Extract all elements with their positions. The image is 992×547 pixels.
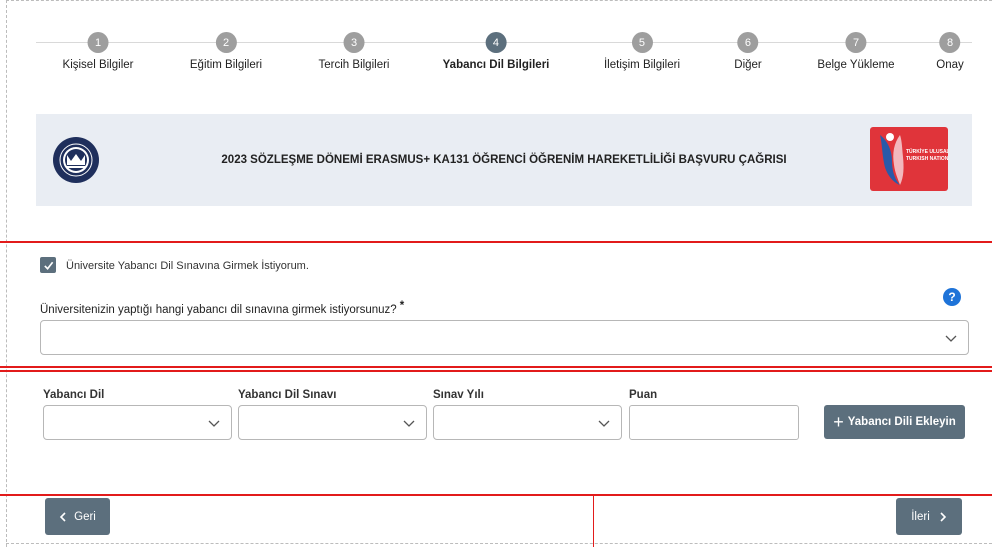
step-number: 4	[485, 32, 507, 53]
step-number: 3	[343, 32, 365, 53]
page-frame	[6, 0, 992, 547]
step-label: Onay	[936, 59, 964, 71]
step-label: Eğitim Bilgileri	[189, 59, 263, 71]
step-label: Kişisel Bilgiler	[62, 59, 134, 71]
help-icon[interactable]: ?	[943, 288, 961, 306]
score-input[interactable]	[629, 405, 799, 440]
language-exam-select[interactable]	[238, 405, 427, 440]
chevron-right-icon	[940, 511, 946, 522]
university-exam-select[interactable]	[40, 320, 969, 355]
step-label: Tercih Bilgileri	[318, 59, 390, 71]
section-separator-2	[0, 366, 992, 368]
step-label: İletişim Bilgileri	[603, 59, 681, 71]
step-7[interactable]: 7 Belge Yükleme	[817, 32, 895, 71]
step-number: 5	[631, 32, 653, 53]
year-label: Sınav Yılı	[433, 389, 484, 401]
vertical-separator	[593, 495, 594, 547]
step-2[interactable]: 2 Eğitim Bilgileri	[190, 32, 262, 71]
wizard-stepper: 1 Kişisel Bilgiler 2 Eğitim Bilgileri 3 …	[36, 32, 972, 82]
step-6[interactable]: 6 Diğer	[734, 32, 762, 71]
section-separator-1	[0, 241, 992, 243]
add-language-label: Yabancı Dili Ekleyin	[847, 416, 956, 428]
step-number: 1	[87, 32, 109, 53]
exam-checkbox-label: Üniversite Yabancı Dil Sınavına Girmek İ…	[66, 260, 309, 272]
chevron-down-icon	[208, 420, 220, 427]
section-separator-3	[0, 370, 992, 372]
chevron-left-icon	[59, 511, 66, 522]
step-1[interactable]: 1 Kişisel Bilgiler	[62, 32, 134, 71]
step-number: 8	[939, 32, 961, 53]
page-frame-bottom	[6, 543, 992, 544]
checkmark-icon	[43, 261, 53, 270]
step-8[interactable]: 8 Onay	[936, 32, 964, 71]
exam-question-label: Üniversitenizin yaptığı hangi yabancı di…	[40, 300, 404, 316]
help-symbol: ?	[948, 290, 956, 304]
step-label: Diğer	[734, 59, 762, 71]
agency-name: TÜRKİYE ULUSAL AJANSI TURKISH NATIONAL A…	[906, 149, 948, 162]
step-number: 7	[845, 32, 867, 53]
exam-question-text: Üniversitenizin yaptığı hangi yabancı di…	[40, 304, 397, 316]
chevron-down-icon	[598, 420, 610, 427]
next-button[interactable]: İleri	[896, 498, 962, 535]
next-label: İleri	[911, 510, 930, 523]
step-number: 2	[215, 32, 237, 53]
required-mark: *	[399, 300, 405, 312]
step-number: 6	[737, 32, 759, 53]
step-4[interactable]: 4 Yabancı Dil Bilgileri	[442, 32, 550, 71]
language-select[interactable]	[43, 405, 232, 440]
chevron-down-icon	[403, 420, 415, 427]
section-separator-4	[0, 494, 992, 496]
language-label: Yabancı Dil	[43, 389, 105, 401]
plus-icon: +	[833, 412, 844, 432]
back-button[interactable]: Geri	[45, 498, 110, 535]
step-label: Yabancı Dil Bilgileri	[442, 59, 550, 71]
exam-year-select[interactable]	[433, 405, 622, 440]
step-3[interactable]: 3 Tercih Bilgileri	[318, 32, 390, 71]
exam-checkbox[interactable]	[40, 257, 56, 273]
banner-title: 2023 SÖZLEŞME DÖNEMİ ERASMUS+ KA131 ÖĞRE…	[221, 154, 787, 166]
exam-label: Yabancı Dil Sınavı	[238, 389, 337, 401]
chevron-down-icon	[945, 335, 957, 342]
national-agency-logo: TÜRKİYE ULUSAL AJANSI TURKISH NATIONAL A…	[870, 127, 948, 191]
call-banner: 2023 SÖZLEŞME DÖNEMİ ERASMUS+ KA131 ÖĞRE…	[36, 114, 972, 206]
step-label: Belge Yükleme	[817, 59, 895, 71]
score-label: Puan	[629, 389, 658, 401]
back-label: Geri	[74, 510, 96, 523]
step-5[interactable]: 5 İletişim Bilgileri	[604, 32, 680, 71]
add-language-button[interactable]: + Yabancı Dili Ekleyin	[824, 405, 965, 439]
